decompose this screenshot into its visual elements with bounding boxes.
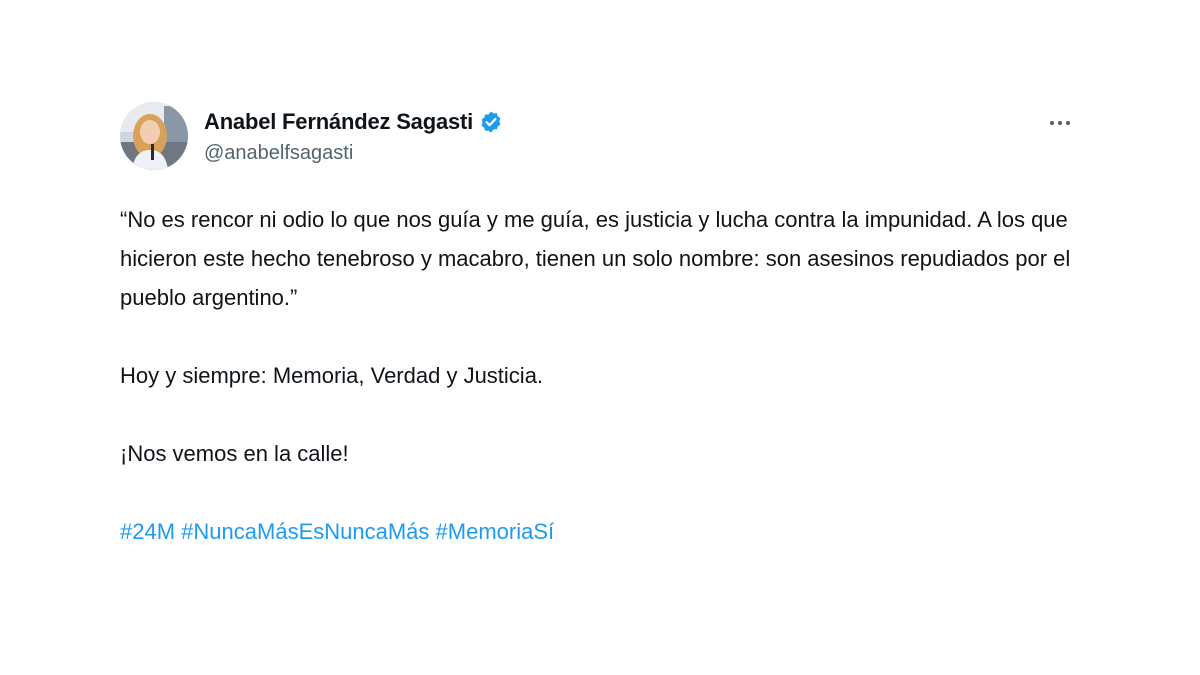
tweet-header: Anabel Fernández Sagasti @anabelfsagasti bbox=[120, 100, 1080, 176]
hashtag-link[interactable]: #MemoriaSí bbox=[436, 519, 555, 544]
tweet-text: “No es rencor ni odio lo que nos guía y … bbox=[120, 200, 1080, 551]
hashtag-link[interactable]: #NuncaMásEsNuncaMás bbox=[181, 519, 429, 544]
author-info: Anabel Fernández Sagasti @anabelfsagasti bbox=[204, 108, 503, 165]
avatar[interactable] bbox=[120, 102, 188, 170]
dot-icon bbox=[1058, 121, 1062, 125]
tweet-paragraph-motto: Hoy y siempre: Memoria, Verdad y Justici… bbox=[120, 363, 544, 388]
hashtag-link[interactable]: #24M bbox=[120, 519, 175, 544]
author-handle[interactable]: @anabelfsagasti bbox=[204, 142, 503, 165]
dot-icon bbox=[1050, 121, 1054, 125]
tweet-paragraph-callout: ¡Nos vemos en la calle! bbox=[120, 441, 349, 466]
hashtag-list: #24M #NuncaMásEsNuncaMás #MemoriaSí bbox=[120, 512, 1080, 551]
display-name[interactable]: Anabel Fernández Sagasti bbox=[204, 109, 473, 135]
name-row: Anabel Fernández Sagasti bbox=[204, 108, 503, 136]
more-options-icon[interactable] bbox=[1042, 108, 1078, 138]
dot-icon bbox=[1066, 121, 1070, 125]
tweet-paragraph-quote: “No es rencor ni odio lo que nos guía y … bbox=[120, 207, 1071, 310]
verified-badge-icon[interactable] bbox=[479, 110, 503, 134]
tweet-card: Anabel Fernández Sagasti @anabelfsagasti… bbox=[120, 100, 1080, 551]
profile-photo-icon bbox=[120, 102, 188, 170]
